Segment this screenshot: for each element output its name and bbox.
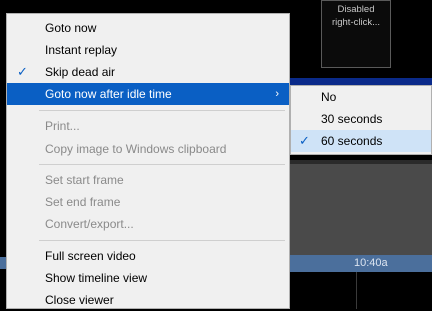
menu-item-label: Goto now <box>45 21 97 35</box>
thumbnail-text-line1: Disabled <box>337 4 375 15</box>
menu-item-copy-image[interactable]: Copy image to Windows clipboard <box>7 138 289 160</box>
menu-separator <box>39 110 285 111</box>
chevron-right-icon: › <box>275 88 279 100</box>
submenu-item-60-seconds[interactable]: ✓ 60 seconds <box>291 130 431 152</box>
menu-item-goto-now-after-idle[interactable]: Goto now after idle time › <box>7 83 289 105</box>
viewer-panel-edge <box>290 160 432 164</box>
submenu-item-label: No <box>321 90 337 104</box>
checkmark-icon: ✓ <box>299 133 310 148</box>
menu-item-full-screen-video[interactable]: Full screen video <box>7 245 289 267</box>
menu-item-show-timeline-view[interactable]: Show timeline view <box>7 267 289 289</box>
menu-item-instant-replay[interactable]: Instant replay <box>7 39 289 61</box>
menu-item-convert-export[interactable]: Convert/export... <box>7 213 289 235</box>
thumbnail-text-line2: right-click... <box>331 17 381 28</box>
camera-thumbnail[interactable]: Disabled right-click... <box>321 0 391 68</box>
menu-item-label: Skip dead air <box>45 65 116 79</box>
timeline-bar[interactable]: 10:40a <box>290 255 432 272</box>
menu-item-label: Show timeline view <box>45 271 148 285</box>
submenu-item-label: 60 seconds <box>321 134 383 148</box>
menu-separator <box>39 240 285 241</box>
menu-item-print[interactable]: Print... <box>7 115 289 137</box>
menu-item-label: Copy image to Windows clipboard <box>45 142 227 156</box>
menu-item-skip-dead-air[interactable]: ✓ Skip dead air <box>7 61 289 83</box>
menu-item-label: Goto now after idle time <box>45 87 172 101</box>
submenu-item-30-seconds[interactable]: 30 seconds <box>291 108 431 130</box>
idle-time-submenu: No 30 seconds ✓ 60 seconds <box>290 85 432 155</box>
menu-item-label: Set end frame <box>45 195 121 209</box>
menu-item-label: Close viewer <box>45 293 114 307</box>
submenu-item-label: 30 seconds <box>321 112 383 126</box>
menu-item-close-viewer[interactable]: Close viewer <box>7 289 289 311</box>
menu-item-set-end-frame[interactable]: Set end frame <box>7 191 289 213</box>
menu-item-label: Full screen video <box>45 249 136 263</box>
timeline-time: 10:40a <box>354 257 388 269</box>
context-menu: Goto now Instant replay ✓ Skip dead air … <box>6 13 290 309</box>
menu-item-goto-now[interactable]: Goto now <box>7 17 289 39</box>
checkmark-icon: ✓ <box>17 64 28 79</box>
submenu-item-no[interactable]: No <box>291 86 431 108</box>
viewer-panel <box>290 160 432 255</box>
timeline-tick <box>356 272 357 309</box>
menu-item-label: Print... <box>45 119 80 133</box>
menu-item-label: Convert/export... <box>45 217 134 231</box>
menu-item-set-start-frame[interactable]: Set start frame <box>7 169 289 191</box>
menu-item-label: Instant replay <box>45 43 118 57</box>
menu-separator <box>39 164 285 165</box>
menu-item-label: Set start frame <box>45 173 124 187</box>
